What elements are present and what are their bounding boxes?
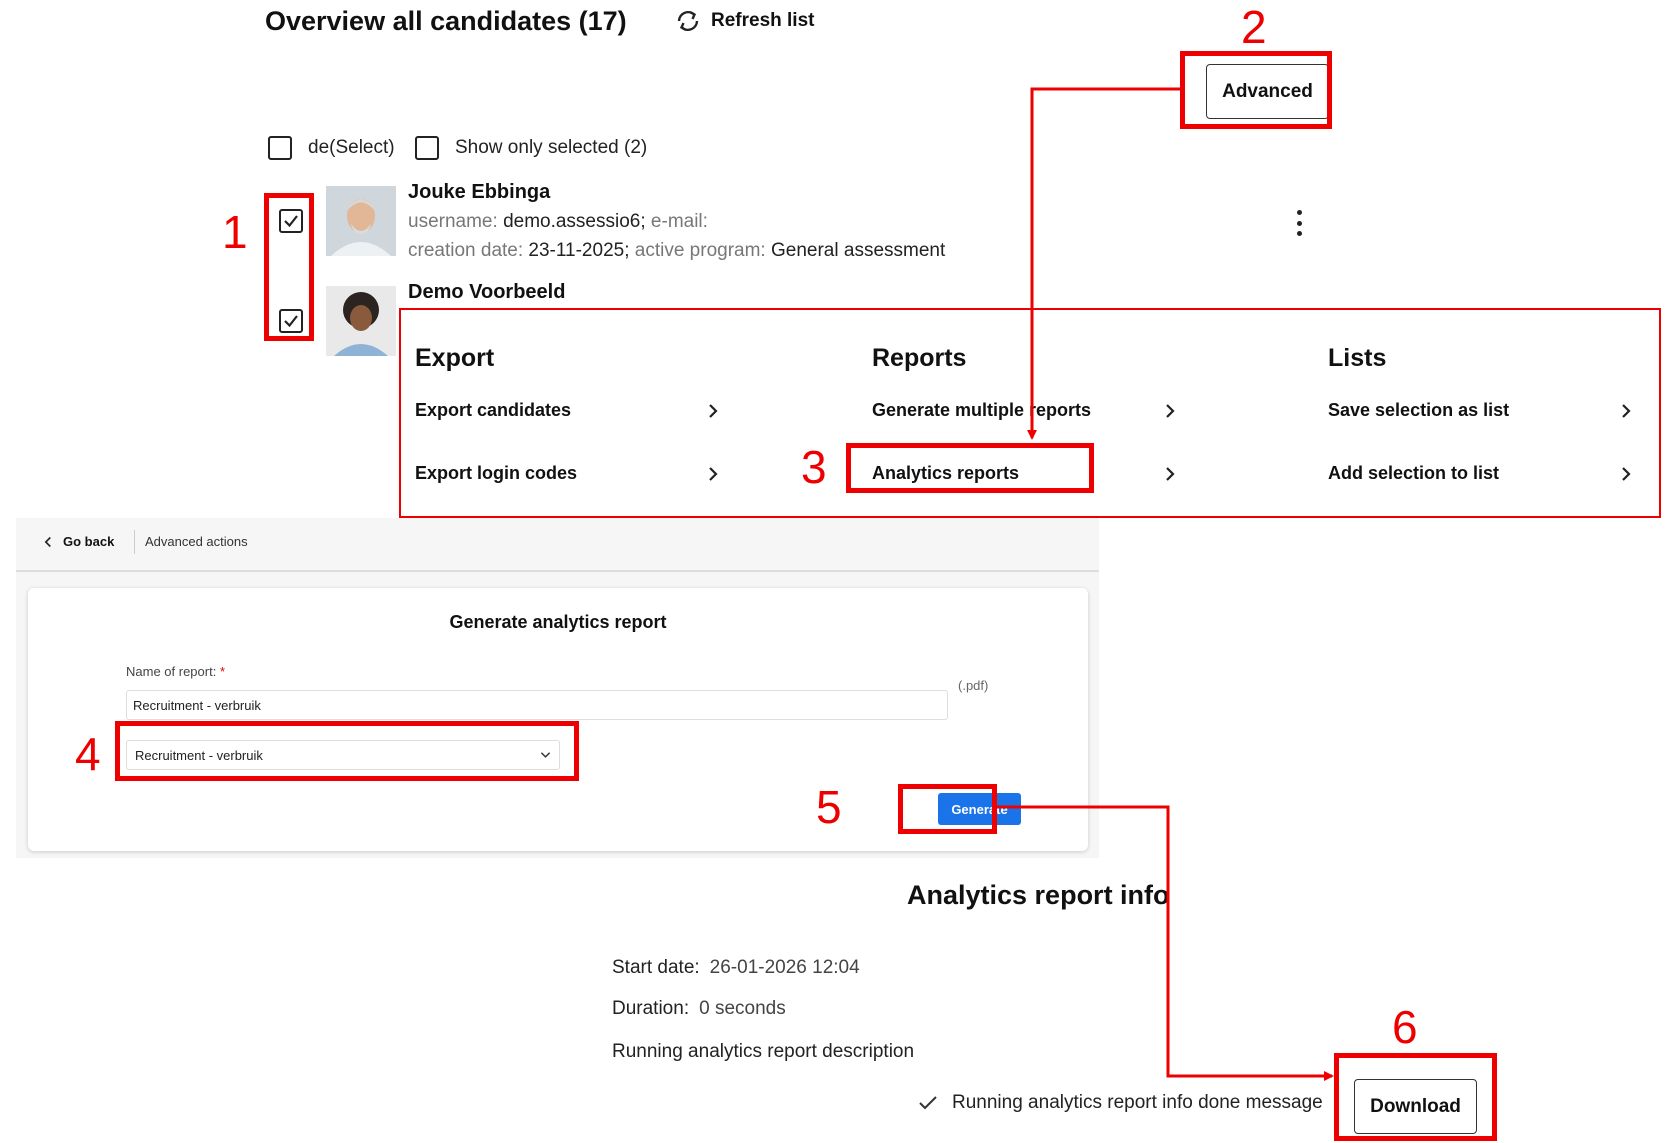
annotation-arrows bbox=[997, 87, 1334, 1081]
arrow-generate-to-download bbox=[997, 805, 1334, 1081]
arrow-advanced-to-analytics bbox=[1027, 87, 1185, 440]
